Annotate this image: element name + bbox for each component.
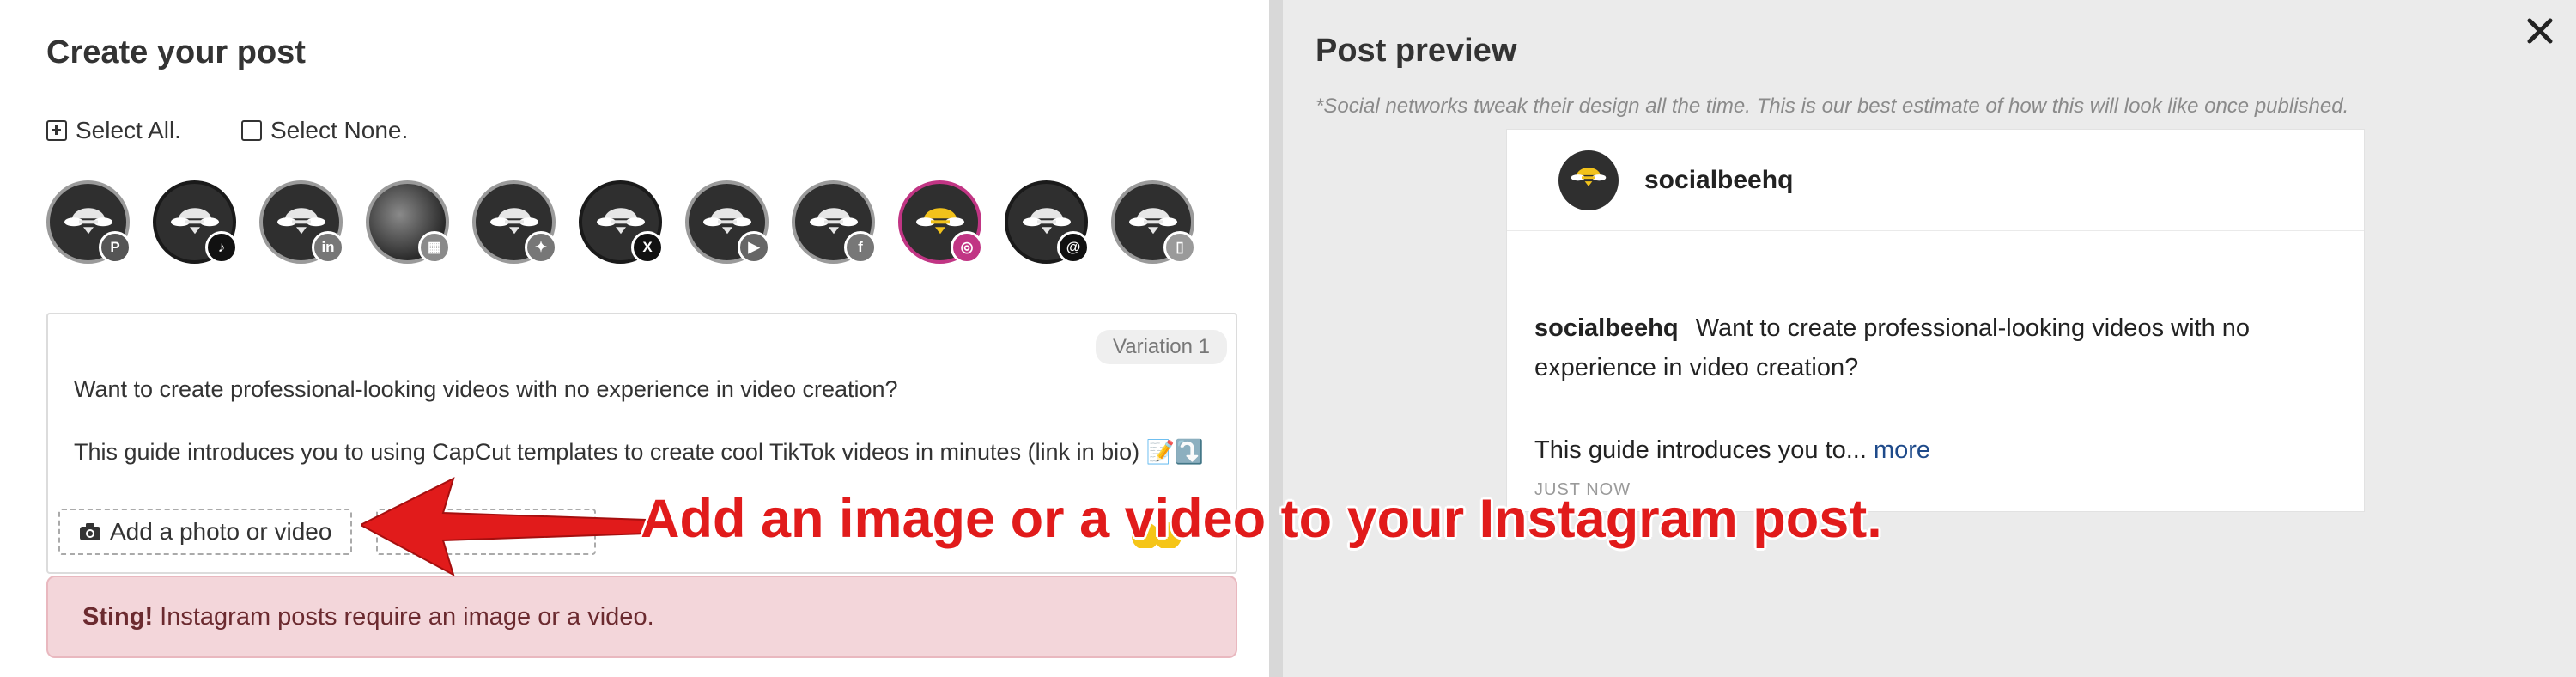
annotation-arrow xyxy=(361,477,647,577)
bluesky-icon: ✦ xyxy=(525,231,557,264)
more-link[interactable]: more xyxy=(1874,436,1930,464)
profile-avatar-x[interactable]: X xyxy=(579,180,664,264)
alert-text: Instagram posts require an image or a vi… xyxy=(160,602,654,631)
add-photo-video-label: Add a photo or video xyxy=(110,518,332,545)
variation-badge[interactable]: Variation 1 xyxy=(1096,330,1227,364)
panel-divider[interactable] xyxy=(1269,0,1283,677)
pinterest-icon: P xyxy=(99,231,131,264)
annotation-callout: Add an image or a video to your Instagra… xyxy=(641,489,1882,549)
post-text-line-2[interactable]: This guide introduces you to using CapCu… xyxy=(74,438,1204,466)
profile-avatar-youtube[interactable]: ▶ xyxy=(685,180,770,264)
plus-square-icon xyxy=(46,120,67,141)
close-icon[interactable] xyxy=(2521,12,2559,50)
mobile-icon: ▯ xyxy=(1163,231,1196,264)
x-icon: X xyxy=(631,231,664,264)
profile-avatar-instagram[interactable]: ◎ xyxy=(898,180,983,264)
caption-text-2: This guide introduces you to... xyxy=(1534,436,1867,464)
profile-avatar-threads[interactable]: @ xyxy=(1005,180,1090,264)
profile-avatar-google-business[interactable]: ▦ xyxy=(366,180,451,264)
instagram-icon: ◎ xyxy=(951,231,983,264)
bee-logo-icon xyxy=(1571,167,1607,186)
threads-icon: @ xyxy=(1057,231,1090,264)
youtube-icon: ▶ xyxy=(738,231,770,264)
profile-avatar-linkedin[interactable]: in xyxy=(259,180,344,264)
profile-avatar-bluesky[interactable]: ✦ xyxy=(472,180,557,264)
profile-avatar-pinterest[interactable]: P xyxy=(46,180,131,264)
alert-strong: Sting! xyxy=(82,602,154,631)
empty-square-icon xyxy=(240,120,262,141)
add-photo-video-button[interactable]: Add a photo or video xyxy=(58,509,353,555)
preview-disclaimer: *Social networks tweak their design all … xyxy=(1315,95,2349,118)
preview-caption: socialbeehq Want to create professional-… xyxy=(1534,308,2307,387)
caption-username: socialbeehq xyxy=(1534,314,1679,342)
profile-selector: P ♪ in ▦ ✦ X ▶ f ◎ @ ▯ xyxy=(46,180,1196,264)
select-all-label: Select All. xyxy=(76,117,181,143)
profile-avatar-facebook[interactable]: f xyxy=(792,180,877,264)
preview-panel: Post preview *Social networks tweak thei… xyxy=(1283,0,2576,677)
linkedin-icon: in xyxy=(312,231,344,264)
camera-icon xyxy=(80,523,100,540)
facebook-icon: f xyxy=(844,231,877,264)
instagram-error-alert: Sting! Instagram posts require an image … xyxy=(46,576,1237,658)
instagram-preview-card: socialbeehq socialbeehq Want to create p… xyxy=(1506,129,2365,512)
select-none-label: Select None. xyxy=(270,117,409,143)
profile-avatar-mobile[interactable]: ▯ xyxy=(1111,180,1196,264)
preview-caption-2: This guide introduces you to... more xyxy=(1534,430,2307,470)
selection-controls: Select All. Select None. xyxy=(46,117,408,144)
select-all-button[interactable]: Select All. xyxy=(46,117,181,144)
preview-username: socialbeehq xyxy=(1644,165,1794,194)
google-business-icon: ▦ xyxy=(418,231,451,264)
avatar xyxy=(1558,149,1619,210)
preview-title: Post preview xyxy=(1315,33,1517,69)
select-none-button[interactable]: Select None. xyxy=(240,117,409,144)
tiktok-icon: ♪ xyxy=(205,231,238,264)
profile-avatar-tiktok[interactable]: ♪ xyxy=(153,180,238,264)
post-text-line-1[interactable]: Want to create professional-looking vide… xyxy=(74,376,898,403)
page-title: Create your post xyxy=(46,34,306,70)
preview-card-header: socialbeehq xyxy=(1507,130,2364,231)
